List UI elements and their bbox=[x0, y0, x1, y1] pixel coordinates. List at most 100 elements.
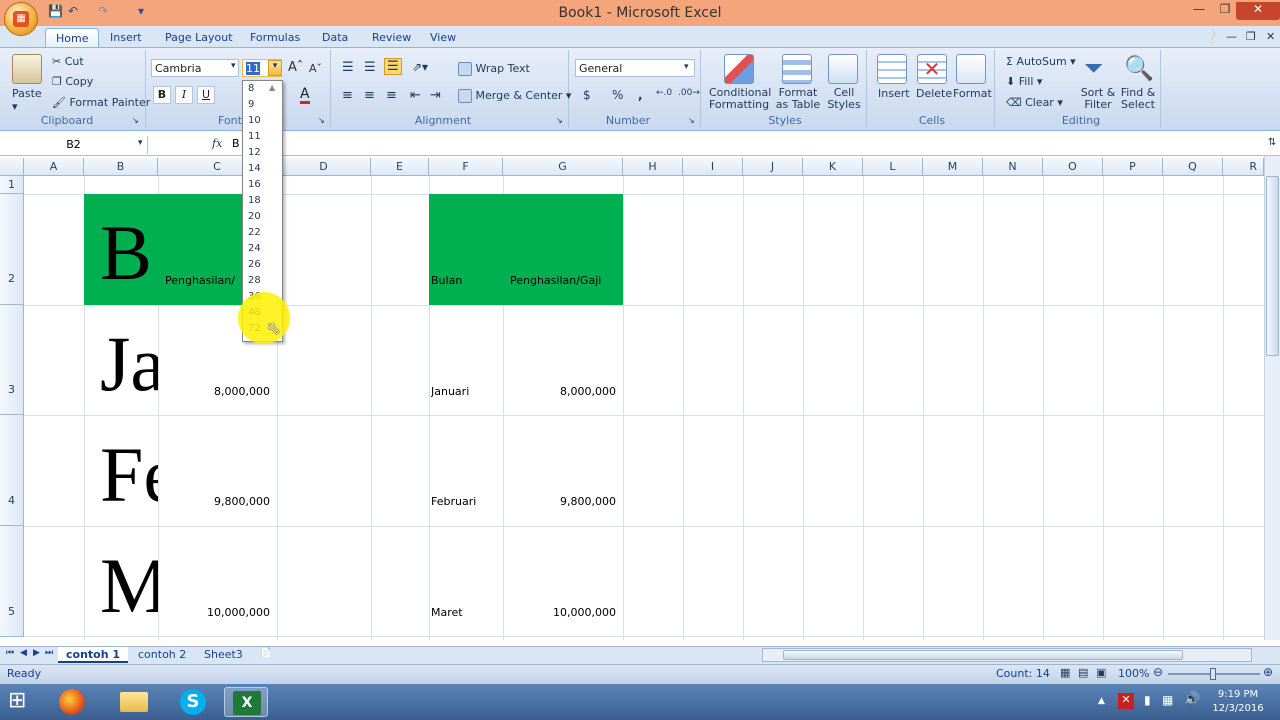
align-top-icon[interactable]: ☰ bbox=[342, 60, 354, 75]
tab-insert[interactable]: Insert bbox=[100, 28, 152, 48]
font-color-icon[interactable]: A bbox=[300, 87, 310, 104]
redo-icon[interactable]: ↷ bbox=[98, 4, 108, 20]
normal-view-icon[interactable]: ▦ bbox=[1060, 666, 1070, 679]
tab-formulas[interactable]: Formulas bbox=[240, 28, 310, 48]
first-sheet-icon[interactable]: ⏮ bbox=[6, 648, 14, 658]
insert-cells-button[interactable]: Insert bbox=[878, 87, 910, 100]
format-cells-button[interactable]: Format bbox=[953, 87, 992, 100]
col-header-p[interactable]: P bbox=[1103, 158, 1163, 176]
fill-button[interactable]: ⬇ Fill ▾ bbox=[1006, 75, 1042, 88]
page-layout-view-icon[interactable]: ▤ bbox=[1078, 666, 1088, 679]
name-box[interactable]: B2 bbox=[0, 136, 148, 154]
cell-c5[interactable]: 10,000,000 bbox=[160, 606, 270, 619]
increase-indent-icon[interactable]: ⇥ bbox=[430, 88, 441, 103]
alignment-launcher-icon[interactable]: ↘ bbox=[556, 116, 563, 125]
font-size-dropdown-icon[interactable]: ▾ bbox=[268, 60, 282, 76]
cell-g5[interactable]: 10,000,000 bbox=[505, 606, 616, 619]
font-launcher-icon[interactable]: ↘ bbox=[318, 116, 325, 125]
row-header-4[interactable]: 4 bbox=[0, 415, 24, 526]
col-header-n[interactable]: N bbox=[983, 158, 1043, 176]
decrease-decimal-icon[interactable]: .00→ bbox=[678, 88, 700, 98]
cell-c3[interactable]: 8,000,000 bbox=[160, 385, 270, 398]
col-header-m[interactable]: M bbox=[923, 158, 983, 176]
conditional-formatting-button[interactable]: Conditional Formatting bbox=[709, 87, 771, 111]
tab-home[interactable]: Home bbox=[45, 28, 100, 48]
clock[interactable]: 9:19 PM 12/3/2016 bbox=[1212, 688, 1264, 716]
cell-g4[interactable]: 9,800,000 bbox=[505, 495, 616, 508]
find-select-button[interactable]: Find & Select bbox=[1118, 87, 1158, 111]
cell-b2[interactable]: B bbox=[100, 214, 158, 294]
col-header-i[interactable]: I bbox=[683, 158, 743, 176]
tab-review[interactable]: Review bbox=[362, 28, 421, 48]
sort-filter-button[interactable]: Sort & Filter bbox=[1078, 87, 1118, 111]
workbook-minimize-icon[interactable]: — bbox=[1226, 30, 1237, 43]
font-size-option[interactable]: 16 bbox=[248, 177, 278, 193]
zoom-in-icon[interactable]: ⊕ bbox=[1263, 665, 1273, 679]
cell-c4[interactable]: 9,800,000 bbox=[160, 495, 270, 508]
tab-view[interactable]: View bbox=[420, 28, 466, 48]
font-size-option[interactable]: 8 bbox=[248, 81, 278, 97]
undo-icon[interactable]: ↶ bbox=[68, 4, 78, 20]
skype-taskbar-button[interactable]: S bbox=[172, 687, 216, 717]
insert-sheet-icon[interactable]: 📄 bbox=[260, 648, 272, 659]
help-icon[interactable]: ❔ bbox=[1204, 30, 1219, 44]
align-right-icon[interactable]: ≡ bbox=[386, 88, 397, 103]
align-bottom-icon[interactable]: ☰ bbox=[384, 58, 402, 75]
next-sheet-icon[interactable]: ▶ bbox=[33, 648, 40, 658]
windows-start-icon[interactable]: ⊞ bbox=[8, 690, 26, 712]
align-middle-icon[interactable]: ☰ bbox=[364, 60, 376, 75]
expand-formula-bar-icon[interactable]: ⇅ bbox=[1268, 137, 1276, 148]
format-as-table-button[interactable]: Format as Table bbox=[772, 87, 824, 111]
cell-styles-icon[interactable] bbox=[828, 54, 858, 84]
cell-b4[interactable]: Fe bbox=[100, 436, 158, 522]
vertical-scroll-thumb[interactable] bbox=[1266, 176, 1279, 356]
delete-cells-icon[interactable]: ✕ bbox=[917, 54, 947, 84]
clear-button[interactable]: ⌫ Clear ▾ bbox=[1006, 96, 1063, 109]
col-header-d[interactable]: D bbox=[277, 158, 371, 176]
zoom-slider-thumb[interactable] bbox=[1210, 668, 1216, 680]
volume-icon[interactable]: 🔊 bbox=[1184, 692, 1200, 707]
italic-button[interactable]: I bbox=[175, 86, 193, 104]
align-center-icon[interactable]: ≡ bbox=[364, 88, 375, 103]
col-header-a[interactable]: A bbox=[24, 158, 84, 176]
align-left-icon[interactable]: ≡ bbox=[342, 88, 353, 103]
restore-button[interactable]: ❐ bbox=[1212, 2, 1238, 20]
col-header-b[interactable]: B bbox=[84, 158, 158, 176]
col-header-e[interactable]: E bbox=[371, 158, 429, 176]
number-format-dropdown-icon[interactable]: ▾ bbox=[684, 62, 689, 72]
insert-cells-icon[interactable] bbox=[877, 54, 907, 84]
font-size-option[interactable]: 11 bbox=[248, 129, 278, 145]
font-size-option[interactable]: 14 bbox=[248, 161, 278, 177]
page-break-view-icon[interactable]: ▣ bbox=[1096, 666, 1106, 679]
orientation-icon[interactable]: ⇗▾ bbox=[412, 60, 428, 74]
conditional-formatting-icon[interactable] bbox=[724, 54, 754, 84]
find-select-icon[interactable]: 🔍 bbox=[1124, 54, 1154, 82]
shrink-font-icon[interactable]: Aˇ bbox=[309, 62, 322, 75]
cell-g3[interactable]: 8,000,000 bbox=[505, 385, 616, 398]
grow-font-icon[interactable]: Aˆ bbox=[288, 60, 303, 75]
underline-button[interactable]: U bbox=[197, 86, 215, 104]
cell-b3[interactable]: Ja bbox=[100, 325, 158, 411]
number-launcher-icon[interactable]: ↘ bbox=[688, 116, 695, 125]
font-name-combo[interactable]: Cambria bbox=[151, 59, 239, 77]
row-header-1[interactable]: 1 bbox=[0, 176, 24, 194]
decrease-indent-icon[interactable]: ⇤ bbox=[410, 88, 421, 103]
minimize-button[interactable]: — bbox=[1186, 2, 1212, 20]
format-cells-icon[interactable] bbox=[956, 54, 986, 84]
wrap-text-button[interactable]: Wrap Text bbox=[458, 62, 530, 76]
excel-taskbar-button[interactable]: X bbox=[224, 687, 268, 717]
zoom-level[interactable]: 100% bbox=[1118, 667, 1149, 680]
cell-styles-button[interactable]: Cell Styles bbox=[824, 87, 864, 111]
cell-f5[interactable]: Maret bbox=[431, 606, 463, 619]
col-header-h[interactable]: H bbox=[623, 158, 683, 176]
number-format-combo[interactable]: General bbox=[575, 59, 695, 77]
insert-function-icon[interactable]: fx bbox=[212, 137, 222, 150]
cut-button[interactable]: ✂ Cut bbox=[52, 55, 84, 68]
col-header-l[interactable]: L bbox=[863, 158, 923, 176]
tab-page-layout[interactable]: Page Layout bbox=[155, 28, 243, 48]
explorer-taskbar-button[interactable] bbox=[112, 687, 156, 717]
col-header-f[interactable]: F bbox=[429, 158, 503, 176]
horizontal-scroll-thumb[interactable] bbox=[783, 650, 1183, 660]
col-header-q[interactable]: Q bbox=[1163, 158, 1223, 176]
battery-icon[interactable]: ▮ bbox=[1144, 693, 1151, 707]
